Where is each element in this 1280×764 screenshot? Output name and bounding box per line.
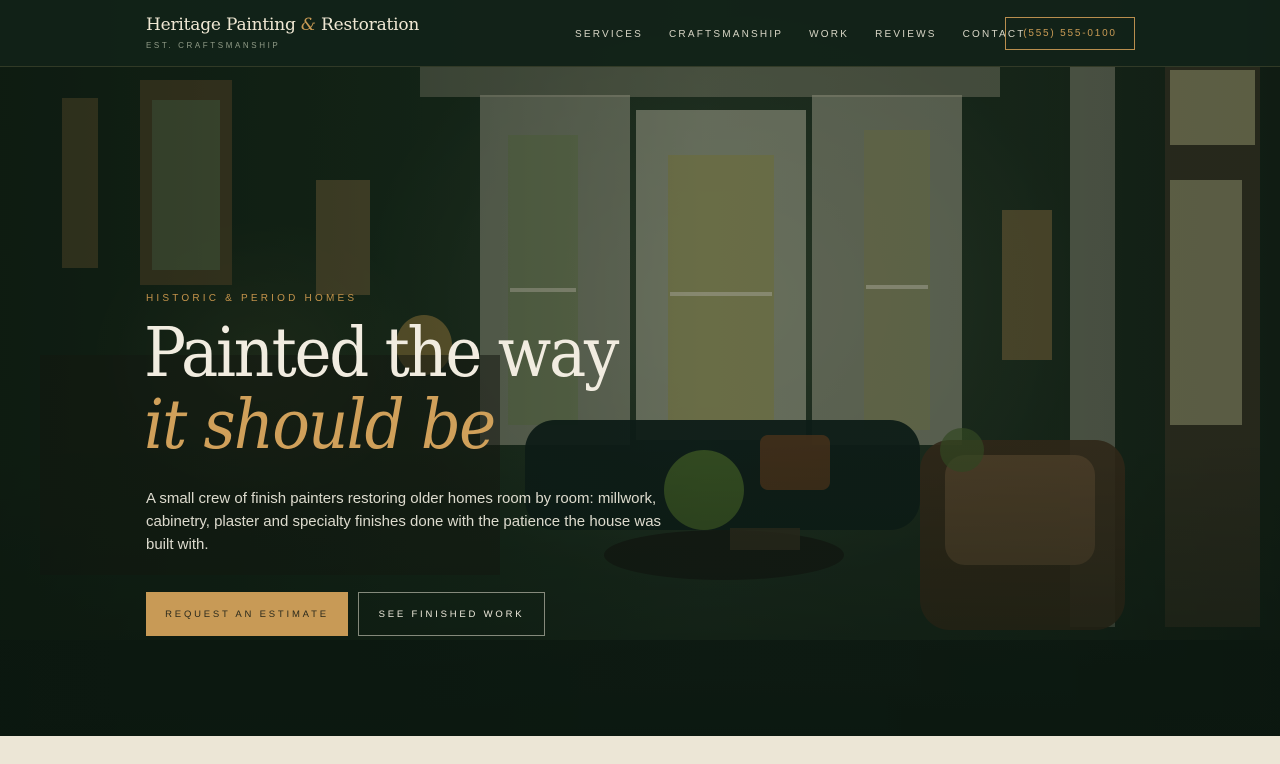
see-finished-work-button[interactable]: SEE FINISHED WORK xyxy=(358,592,545,636)
main-nav: SERVICES CRAFTSMANSHIP WORK REVIEWS CONT… xyxy=(575,29,1052,40)
nav-link-services[interactable]: SERVICES xyxy=(575,29,643,40)
hero-section: Heritage Painting & Restoration EST. CRA… xyxy=(0,0,1280,736)
hero-headline-line2: it should be xyxy=(144,386,496,465)
nav-link-craftsmanship[interactable]: CRAFTSMANSHIP xyxy=(669,29,783,40)
brand-logo[interactable]: Heritage Painting & Restoration EST. CRA… xyxy=(146,15,419,50)
request-estimate-button[interactable]: REQUEST AN ESTIMATE xyxy=(146,592,348,636)
next-section xyxy=(0,736,1280,764)
nav-link-reviews[interactable]: REVIEWS xyxy=(875,29,937,40)
hero-headline-line1: Painted the way xyxy=(144,314,619,393)
brand-name: Heritage Painting & Restoration xyxy=(146,15,420,35)
brand-tagline: EST. CRAFTSMANSHIP xyxy=(146,41,281,50)
hero-eyebrow: HISTORIC & PERIOD HOMES xyxy=(146,293,358,304)
brand-ampersand: & xyxy=(300,15,316,35)
nav-link-work[interactable]: WORK xyxy=(809,29,849,40)
hero-description: A small crew of finish painters restorin… xyxy=(146,490,662,553)
phone-button[interactable]: (555) 555-0100 xyxy=(1005,17,1135,50)
site-header: Heritage Painting & Restoration EST. CRA… xyxy=(0,0,1280,67)
